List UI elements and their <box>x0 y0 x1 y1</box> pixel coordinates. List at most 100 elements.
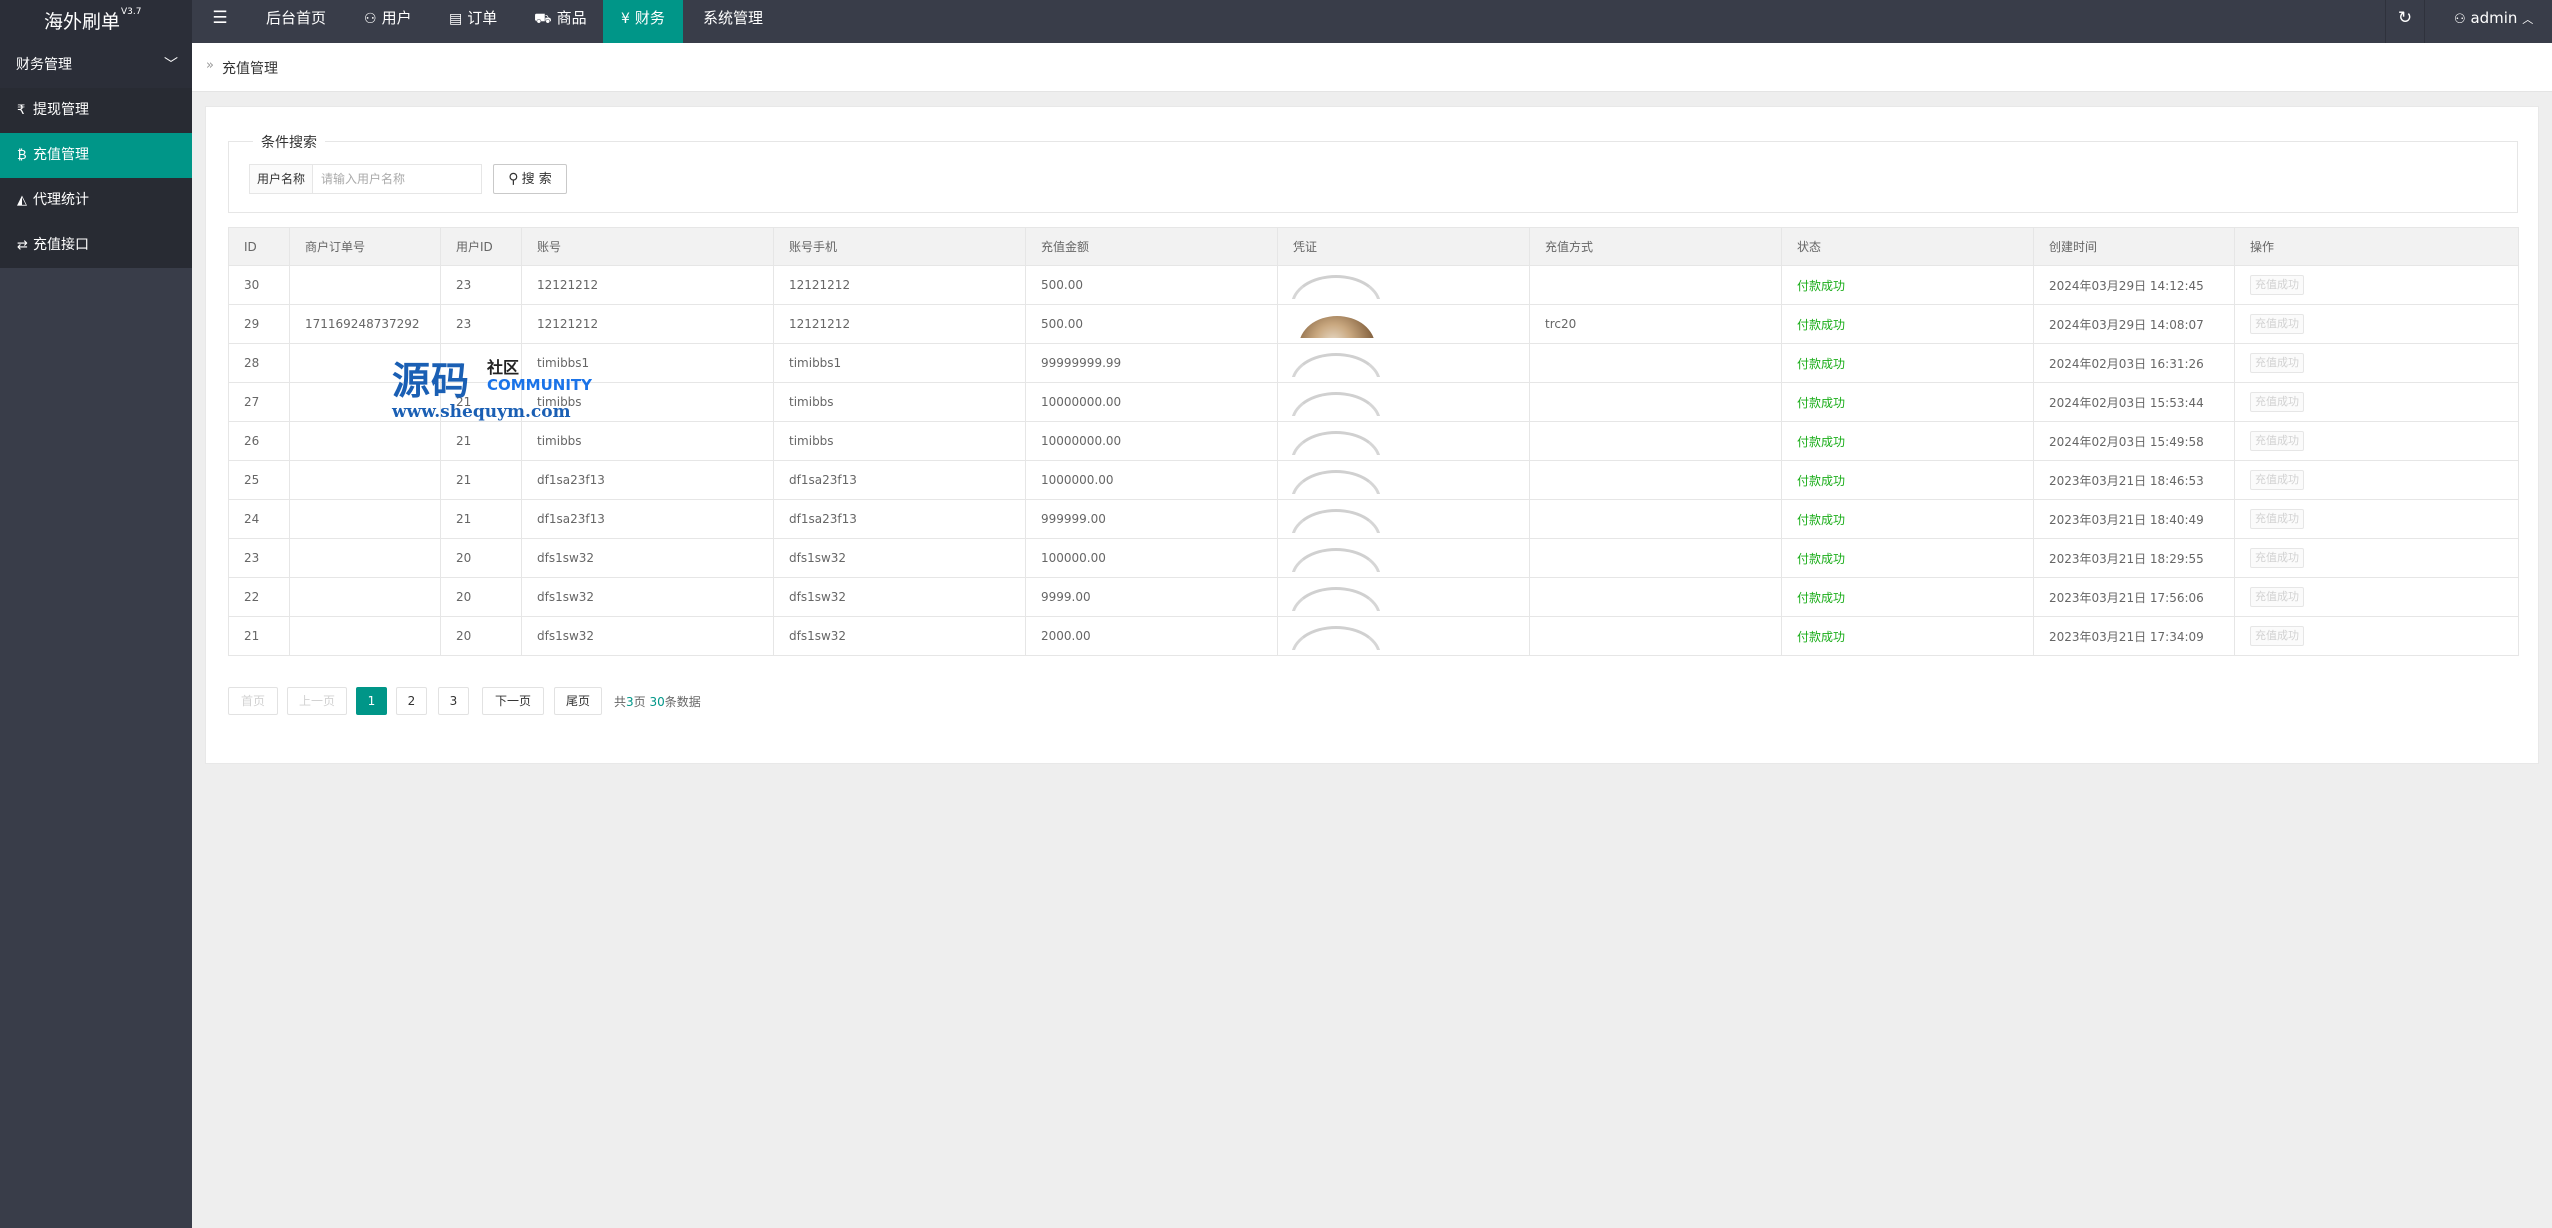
recharge-success-button[interactable]: 充值成功 <box>2250 587 2304 607</box>
cell-voucher <box>1277 421 1530 461</box>
last-page-button[interactable]: 尾页 <box>554 687 602 715</box>
total-records: 30 <box>649 695 665 709</box>
recharge-success-button[interactable]: 充值成功 <box>2250 392 2304 412</box>
watermark-big-text: 源码 <box>392 359 471 403</box>
user-menu[interactable]: ⚇ admin ︿ <box>2440 0 2552 43</box>
loading-spinner-icon[interactable] <box>1287 388 1383 416</box>
total-pages: 3 <box>626 695 634 709</box>
nav-users-label: 用户 <box>381 9 412 27</box>
cell-id: 22 <box>228 577 290 617</box>
next-page-button[interactable]: 下一页 <box>482 687 544 715</box>
page-button[interactable]: 2 <box>396 687 427 715</box>
cell-order <box>289 460 441 500</box>
loading-spinner-icon[interactable] <box>1287 466 1383 494</box>
status-text: 付款成功 <box>1797 473 1846 488</box>
loading-spinner-icon[interactable] <box>1287 271 1383 299</box>
app-name: 海外刷单 <box>44 11 121 33</box>
cell-amount: 1000000.00 <box>1025 460 1278 500</box>
sidebar-item-recharge[interactable]: ₿ 充值管理 <box>0 133 192 178</box>
hamburger-icon: ☰ <box>212 8 228 28</box>
column-header[interactable]: 创建时间 <box>2033 227 2235 266</box>
nav-finance-label: 财务 <box>634 9 665 27</box>
column-header[interactable]: 用户ID <box>440 227 522 266</box>
recharge-success-button[interactable]: 充值成功 <box>2250 353 2304 373</box>
nav-orders[interactable]: ▤ 订单 <box>431 0 515 43</box>
column-header[interactable]: ID <box>228 227 290 266</box>
app-logo[interactable]: 海外刷单 V3.7 <box>0 0 192 43</box>
watermark-logo: 源码 社区 COMMUNITY www.shequym.com <box>392 350 592 424</box>
cell-method <box>1529 421 1782 461</box>
document-icon: ▤ <box>449 11 463 27</box>
recharge-success-button[interactable]: 充值成功 <box>2250 626 2304 646</box>
column-header[interactable]: 状态 <box>1781 227 2034 266</box>
status-text: 付款成功 <box>1797 278 1846 293</box>
column-header[interactable]: 凭证 <box>1277 227 1530 266</box>
breadcrumb-current[interactable]: 充值管理 <box>222 58 278 78</box>
cell-status: 付款成功 <box>1781 265 2034 305</box>
cell-id: 24 <box>228 499 290 539</box>
loading-spinner-icon[interactable] <box>1287 349 1383 377</box>
spinner-arc <box>1291 509 1381 533</box>
recharge-success-button[interactable]: 充值成功 <box>2250 509 2304 529</box>
rupee-icon: ₹ <box>17 103 26 118</box>
cell-phone: timibbs <box>773 421 1026 461</box>
cell-voucher <box>1277 343 1530 383</box>
menu-toggle-button[interactable]: ☰ <box>200 0 240 43</box>
cell-account: df1sa23f13 <box>521 499 774 539</box>
page-button-current[interactable]: 1 <box>356 687 387 715</box>
prev-page-button[interactable]: 上一页 <box>287 687 347 715</box>
column-header[interactable]: 账号手机 <box>773 227 1026 266</box>
recharge-success-button[interactable]: 充值成功 <box>2250 470 2304 490</box>
loading-spinner-icon[interactable] <box>1287 544 1383 572</box>
sidebar-item-withdraw[interactable]: ₹ 提现管理 <box>0 88 192 133</box>
nav-finance[interactable]: ¥ 财务 <box>603 0 683 43</box>
refresh-button[interactable]: ↻ <box>2385 0 2425 43</box>
cell-method: trc20 <box>1529 304 1782 344</box>
nav-goods[interactable]: ⛟ 商品 <box>516 0 605 43</box>
recharge-success-button[interactable]: 充值成功 <box>2250 431 2304 451</box>
nav-users[interactable]: ⚇ 用户 <box>346 0 430 43</box>
first-page-button[interactable]: 首页 <box>228 687 278 715</box>
nav-home[interactable]: 后台首页 <box>248 0 344 43</box>
status-text: 付款成功 <box>1797 317 1846 332</box>
column-header[interactable]: 账号 <box>521 227 774 266</box>
cell-uid: 21 <box>440 460 522 500</box>
cell-id: 29 <box>228 304 290 344</box>
loading-spinner-icon[interactable] <box>1287 622 1383 650</box>
search-button[interactable]: ⚲ 搜 索 <box>493 164 567 194</box>
cell-order <box>289 265 441 305</box>
cell-id: 28 <box>228 343 290 383</box>
voucher-image[interactable] <box>1287 310 1383 338</box>
loading-spinner-icon[interactable] <box>1287 505 1383 533</box>
cell-order <box>289 616 441 656</box>
cell-op: 充值成功 <box>2234 616 2519 656</box>
username-label: 用户名称 <box>249 164 313 194</box>
table-row: 22 20 dfs1sw32 dfs1sw32 9999.00 付款成功 2023年03月2… <box>228 577 2519 617</box>
loading-spinner-icon[interactable] <box>1287 583 1383 611</box>
nav-system[interactable]: 系统管理 <box>685 0 781 43</box>
sidebar-item-label: 充值管理 <box>33 147 89 163</box>
cell-voucher <box>1277 577 1530 617</box>
column-header[interactable]: 充值方式 <box>1529 227 1782 266</box>
loading-spinner-icon[interactable] <box>1287 427 1383 455</box>
table-header-row: ID 商户订单号 用户ID 账号 账号手机 充值金额 凭证 充值方式 状态 创建… <box>228 227 2519 266</box>
cell-account: 12121212 <box>521 304 774 344</box>
column-header[interactable]: 操作 <box>2234 227 2519 266</box>
page-button[interactable]: 3 <box>438 687 469 715</box>
column-header[interactable]: 商户订单号 <box>289 227 441 266</box>
recharge-success-button[interactable]: 充值成功 <box>2250 275 2304 295</box>
sidebar-group-finance[interactable]: 财务管理 ﹀ <box>0 43 192 88</box>
sidebar-item-label: 提现管理 <box>33 102 89 118</box>
sidebar-item-agent-stats[interactable]: ◭ 代理统计 <box>0 178 192 223</box>
cell-created: 2024年03月29日 14:12:45 <box>2033 265 2235 305</box>
column-header[interactable]: 充值金额 <box>1025 227 1278 266</box>
cell-op: 充值成功 <box>2234 343 2519 383</box>
cell-status: 付款成功 <box>1781 382 2034 422</box>
cell-order: 171169248737292 <box>289 304 441 344</box>
recharge-success-button[interactable]: 充值成功 <box>2250 314 2304 334</box>
cell-uid: 21 <box>440 421 522 461</box>
username-search-input[interactable] <box>312 164 482 194</box>
cell-method <box>1529 382 1782 422</box>
sidebar-item-recharge-api[interactable]: ⇄ 充值接口 <box>0 223 192 268</box>
recharge-success-button[interactable]: 充值成功 <box>2250 548 2304 568</box>
